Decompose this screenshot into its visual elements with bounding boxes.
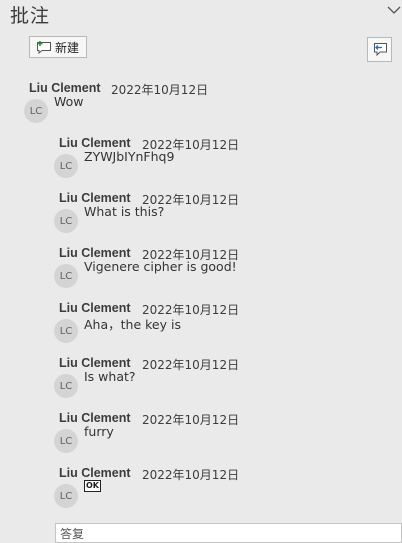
reply-author: Liu Clement — [59, 301, 131, 315]
reply-text: Is what? — [84, 369, 136, 384]
reply-date: 2022年10月12日 — [142, 468, 240, 482]
reply-text: furry — [84, 424, 114, 439]
reply-author: Liu Clement — [59, 356, 131, 370]
ok-glyph: OK — [84, 480, 101, 492]
comment-text: Wow — [54, 94, 84, 109]
comment-thread: Liu Clement 2022年10月12日 LC Wow Liu Cleme… — [0, 0, 402, 532]
reply-text: ZYWJbIYnFhq9 — [84, 149, 175, 164]
avatar: LC — [54, 319, 78, 343]
reply-text: Aha，the key is — [84, 317, 181, 332]
reply-author: Liu Clement — [59, 411, 131, 425]
avatar: LC — [54, 429, 78, 453]
reply-text: Vigenere cipher is good! — [84, 259, 237, 274]
reply-author: Liu Clement — [59, 466, 131, 480]
reply-input[interactable]: 答复 — [55, 523, 402, 543]
avatar: LC — [54, 264, 78, 288]
reply-author: Liu Clement — [59, 246, 131, 260]
comment-date: 2022年10月12日 — [111, 83, 209, 97]
avatar: LC — [54, 209, 78, 233]
reply-text: What is this? — [84, 204, 165, 219]
reply-date: 2022年10月12日 — [142, 358, 240, 372]
avatar: LC — [54, 374, 78, 398]
avatar: LC — [24, 99, 48, 123]
reply-author: Liu Clement — [59, 136, 131, 150]
avatar: LC — [54, 484, 78, 508]
avatar: LC — [54, 154, 78, 178]
reply-author: Liu Clement — [59, 191, 131, 205]
reply-date: 2022年10月12日 — [142, 413, 240, 427]
comment-author: Liu Clement — [29, 81, 101, 95]
